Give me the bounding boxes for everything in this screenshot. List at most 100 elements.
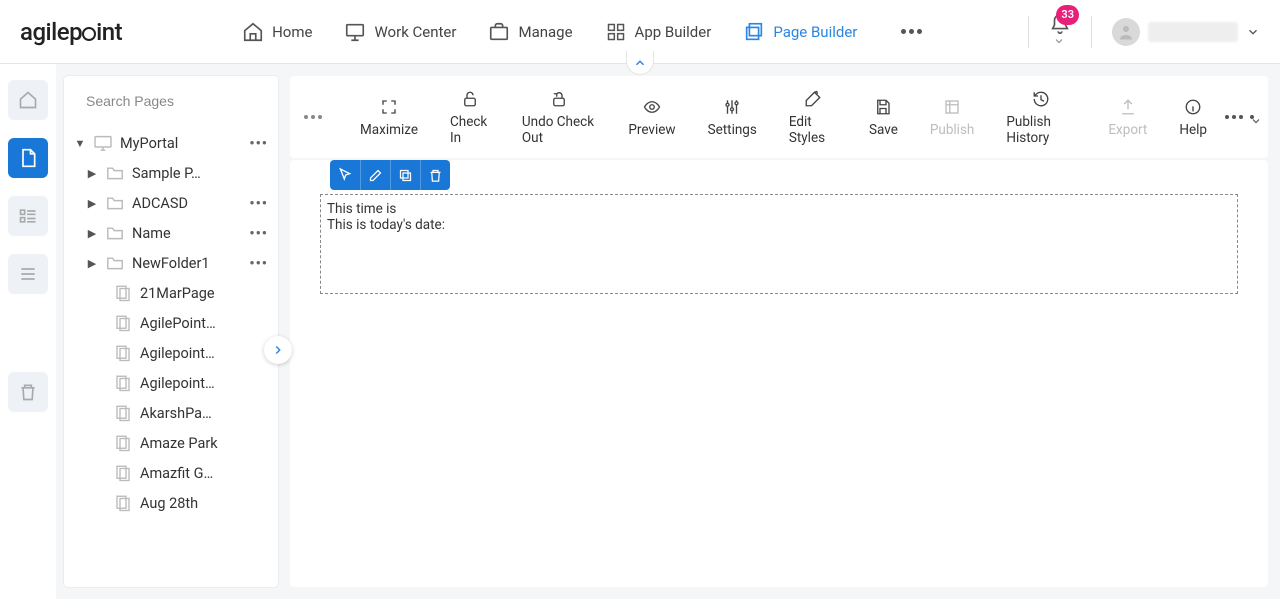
widget-duplicate-button[interactable] xyxy=(390,160,420,190)
tree-label: Aug 28th xyxy=(140,495,270,512)
tree-page[interactable]: Agilepoint… xyxy=(64,368,278,398)
nav-label: Home xyxy=(272,23,312,41)
tool-settings[interactable]: Settings xyxy=(694,92,771,142)
nav-more-menu[interactable] xyxy=(901,29,922,34)
briefcase-icon xyxy=(488,21,510,43)
tool-label: Publish History xyxy=(1006,114,1076,146)
nav-manage[interactable]: Manage xyxy=(488,21,572,43)
tool-label: Maximize xyxy=(360,122,418,138)
nav-app-builder[interactable]: App Builder xyxy=(605,21,712,43)
tree-folder[interactable]: ▶ Name ••• xyxy=(64,218,278,248)
eye-icon xyxy=(642,96,662,118)
home-icon xyxy=(242,21,264,43)
toolbar-left-more[interactable] xyxy=(304,115,322,119)
save-icon xyxy=(874,96,892,118)
widget-select-button[interactable] xyxy=(330,160,360,190)
tree-label: AkarshPa… xyxy=(140,405,270,422)
brand-logo: agilepint xyxy=(20,18,122,46)
trash-icon xyxy=(428,168,443,183)
rail-trash[interactable] xyxy=(8,372,48,412)
page-file-icon xyxy=(112,494,134,512)
rail-components[interactable] xyxy=(8,196,48,236)
tree-page[interactable]: Amaze Park xyxy=(64,428,278,458)
pages-panel: ▼ MyPortal ••• ▶ Sample P… ▶ ADCASD ••• xyxy=(64,76,278,587)
left-rail xyxy=(0,64,56,599)
folder-icon xyxy=(104,194,126,212)
page-file-icon xyxy=(112,344,134,362)
tree-folder[interactable]: ▶ NewFolder1 ••• xyxy=(64,248,278,278)
notifications-button[interactable]: 33 xyxy=(1049,13,1071,51)
panel-collapse-toggle[interactable] xyxy=(264,336,292,364)
tree-label: ADCASD xyxy=(132,195,241,212)
caret-right-icon: ▶ xyxy=(86,197,98,210)
tree-label: Agilepoint… xyxy=(140,345,270,362)
tool-publish-history[interactable]: Publish History xyxy=(992,84,1090,150)
tool-help[interactable]: Help xyxy=(1165,92,1221,142)
tool-maximize[interactable]: Maximize xyxy=(346,92,432,142)
tool-export: Export xyxy=(1094,92,1161,142)
tree-page[interactable]: Amazfit G… xyxy=(64,458,278,488)
history-icon xyxy=(1032,88,1050,110)
brush-icon xyxy=(804,88,822,110)
tree-page[interactable]: Agilepoint… xyxy=(64,338,278,368)
row-more-menu[interactable]: ••• xyxy=(247,195,270,212)
row-more-menu[interactable]: ••• xyxy=(247,135,270,152)
tree-label: Amaze Park xyxy=(140,435,270,452)
nav-home[interactable]: Home xyxy=(242,21,312,43)
maximize-icon xyxy=(380,96,398,118)
tool-label: Settings xyxy=(708,122,757,138)
toolbar-right-more[interactable] xyxy=(1225,115,1254,119)
row-more-menu[interactable]: ••• xyxy=(247,225,270,242)
page-icon xyxy=(18,148,38,168)
chevron-down-icon xyxy=(1053,35,1065,47)
lock-open-icon xyxy=(461,88,479,110)
tool-label: Preview xyxy=(628,122,675,138)
tool-save[interactable]: Save xyxy=(855,92,912,142)
folder-icon xyxy=(104,164,126,182)
tree-root[interactable]: ▼ MyPortal ••• xyxy=(64,128,278,158)
canvas[interactable]: This time is This is today's date: xyxy=(290,160,1268,587)
lock-undo-icon xyxy=(550,88,568,110)
tree-folder[interactable]: ▶ ADCASD ••• xyxy=(64,188,278,218)
rail-menus[interactable] xyxy=(8,254,48,294)
page-file-icon xyxy=(112,464,134,482)
caret-right-icon: ▶ xyxy=(86,257,98,270)
rail-home[interactable] xyxy=(8,80,48,120)
text-widget[interactable]: This time is This is today's date: xyxy=(320,194,1238,294)
tool-preview[interactable]: Preview xyxy=(614,92,689,142)
nav-label: Manage xyxy=(518,23,572,41)
user-menu[interactable]: Obscured xyxy=(1112,18,1260,46)
tree-label: Name xyxy=(132,225,241,242)
house-icon xyxy=(18,90,38,110)
tree-page[interactable]: 21MarPage xyxy=(64,278,278,308)
page-file-icon xyxy=(112,374,134,392)
nav-label: Work Center xyxy=(374,23,456,41)
tool-label: Check In xyxy=(450,114,490,146)
tree-page[interactable]: Aug 28th xyxy=(64,488,278,518)
rail-pages[interactable] xyxy=(8,138,48,178)
tool-label: Help xyxy=(1179,122,1207,138)
nav-work-center[interactable]: Work Center xyxy=(344,21,456,43)
tool-undo-check-out[interactable]: Undo Check Out xyxy=(508,84,611,150)
widget-edit-button[interactable] xyxy=(360,160,390,190)
search-input[interactable] xyxy=(86,93,267,109)
tree-folder[interactable]: ▶ Sample P… xyxy=(64,158,278,188)
export-icon xyxy=(1119,96,1137,118)
nav-page-builder[interactable]: Page Builder xyxy=(743,21,857,43)
tree-label: Sample P… xyxy=(132,165,270,182)
tool-check-in[interactable]: Check In xyxy=(436,84,504,150)
notification-badge: 33 xyxy=(1056,5,1079,25)
tool-edit-styles[interactable]: Edit Styles xyxy=(775,84,851,150)
caret-down-icon: ▼ xyxy=(74,137,86,150)
page-file-icon xyxy=(112,314,134,332)
cursor-icon xyxy=(337,167,353,183)
widget-delete-button[interactable] xyxy=(420,160,450,190)
tree-label: Agilepoint… xyxy=(140,375,270,392)
tree-page[interactable]: AgilePoint… xyxy=(64,308,278,338)
tool-publish: Publish xyxy=(916,92,989,142)
page-builder-icon xyxy=(743,21,765,43)
top-header: agilepint Home Work Center Manage xyxy=(0,0,1280,64)
tree-page[interactable]: AkarshPa… xyxy=(64,398,278,428)
editor-toolbar: Maximize Check In Undo Check Out Preview… xyxy=(290,76,1268,158)
row-more-menu[interactable]: ••• xyxy=(247,255,270,272)
